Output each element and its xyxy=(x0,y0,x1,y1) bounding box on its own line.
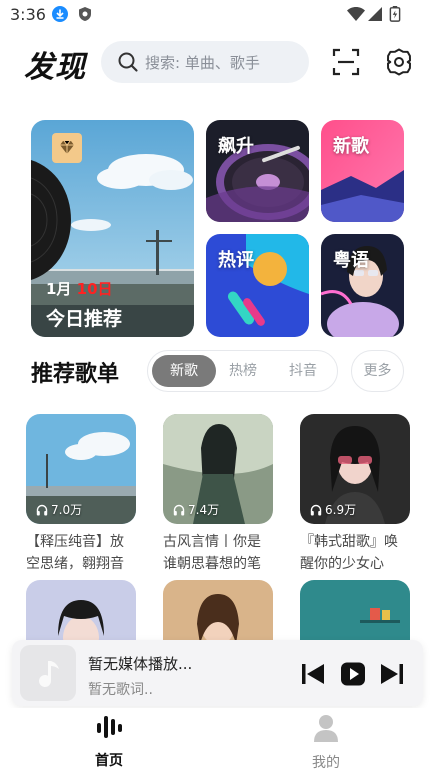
play-icon[interactable] xyxy=(340,662,366,686)
next-icon[interactable] xyxy=(379,662,405,686)
music-note-icon xyxy=(39,661,59,687)
playlist-cover: 6.9万 xyxy=(300,414,410,524)
play-count-value: 7.0万 xyxy=(51,503,83,517)
nav-label-home: 首页 xyxy=(95,753,123,769)
signal-icon xyxy=(368,7,382,21)
tile-cantonese[interactable]: 粤语 xyxy=(321,234,404,337)
player-lyrics: 暂无歌词.. xyxy=(88,682,153,698)
page-title: 发现 xyxy=(24,50,86,85)
shield-icon xyxy=(79,7,91,21)
diamond-badge-icon xyxy=(52,133,82,163)
banner-label: 今日推荐 xyxy=(46,308,123,330)
playlist-title: 『韩式甜歌』唤醒你的少女心 xyxy=(300,534,398,572)
vinyl-record-icon xyxy=(31,160,71,280)
play-count: 7.4万 xyxy=(173,501,219,518)
tab-douyin[interactable]: 抖音 xyxy=(272,355,334,387)
playlist-card[interactable]: 7.0万 【释压纯音】放空思绪，翱翔音 xyxy=(26,414,136,575)
player-title: 暂无媒体播放... xyxy=(88,655,193,673)
search-input[interactable]: 搜索: 单曲、歌手 xyxy=(101,41,309,83)
play-count: 7.0万 xyxy=(36,501,82,518)
tab-new[interactable]: 新歌 xyxy=(152,355,216,387)
headphones-icon xyxy=(36,504,48,515)
battery-icon xyxy=(389,6,401,22)
playlist-card[interactable]: 7.4万 古风言情丨你是谁朝思暮想的笔 xyxy=(163,414,273,575)
bottom-nav: 首页 我的 xyxy=(0,708,435,773)
daily-recommend-banner[interactable]: 1月 10日 今日推荐 xyxy=(31,120,194,337)
playlist-tabs: 新歌 热榜 抖音 xyxy=(147,350,338,392)
status-time: 3:36 xyxy=(10,5,46,24)
music-bars-icon xyxy=(97,716,122,738)
person-icon xyxy=(314,715,338,742)
player-cover xyxy=(20,645,76,701)
headphones-icon xyxy=(173,504,185,515)
banner-date: 1月 10日 xyxy=(46,278,113,299)
search-placeholder: 搜索: 单曲、歌手 xyxy=(145,54,260,72)
tile-new-songs[interactable]: 新歌 xyxy=(321,120,404,222)
download-icon xyxy=(52,6,68,22)
banner-date-day: 10日 xyxy=(76,280,113,298)
previous-icon[interactable] xyxy=(300,662,326,686)
search-icon xyxy=(118,52,138,72)
mini-player[interactable]: 暂无媒体播放... 暂无歌词.. xyxy=(12,640,423,706)
tile-label-cantonese: 粤语 xyxy=(333,250,369,271)
nav-item-home[interactable]: 首页 xyxy=(69,714,149,770)
nav-item-mine[interactable]: 我的 xyxy=(286,714,366,772)
playlist-cover: 7.0万 xyxy=(26,414,136,524)
tile-hot-comments[interactable]: 热评 xyxy=(206,234,309,337)
playlist-title: 【释压纯音】放空思绪，翱翔音 xyxy=(26,534,124,572)
play-count-value: 7.4万 xyxy=(188,503,220,517)
tile-label-new-songs: 新歌 xyxy=(333,136,369,157)
tile-label-hot-comments: 热评 xyxy=(218,250,254,271)
tile-label-rising: 飙升 xyxy=(218,136,254,157)
banner-date-month: 1月 xyxy=(46,280,72,298)
header: 发现 搜索: 单曲、歌手 xyxy=(0,40,435,86)
settings-icon[interactable] xyxy=(384,47,414,77)
wifi-icon xyxy=(347,7,365,21)
nav-label-mine: 我的 xyxy=(312,755,340,771)
playlist-cover: 7.4万 xyxy=(163,414,273,524)
playlist-title: 古风言情丨你是谁朝思暮想的笔 xyxy=(163,534,261,572)
tile-rising[interactable]: 飙升 xyxy=(206,120,309,222)
tab-hot[interactable]: 热榜 xyxy=(214,355,272,387)
headphones-icon xyxy=(310,504,322,515)
status-bar: 3:36 xyxy=(0,0,435,30)
play-count: 6.9万 xyxy=(310,501,356,518)
scan-icon[interactable] xyxy=(331,47,361,77)
play-count-value: 6.9万 xyxy=(325,503,357,517)
playlist-card[interactable]: 6.9万 『韩式甜歌』唤醒你的少女心 xyxy=(300,414,410,575)
section-title-playlists: 推荐歌单 xyxy=(31,362,120,387)
more-button[interactable]: 更多 xyxy=(351,350,404,392)
